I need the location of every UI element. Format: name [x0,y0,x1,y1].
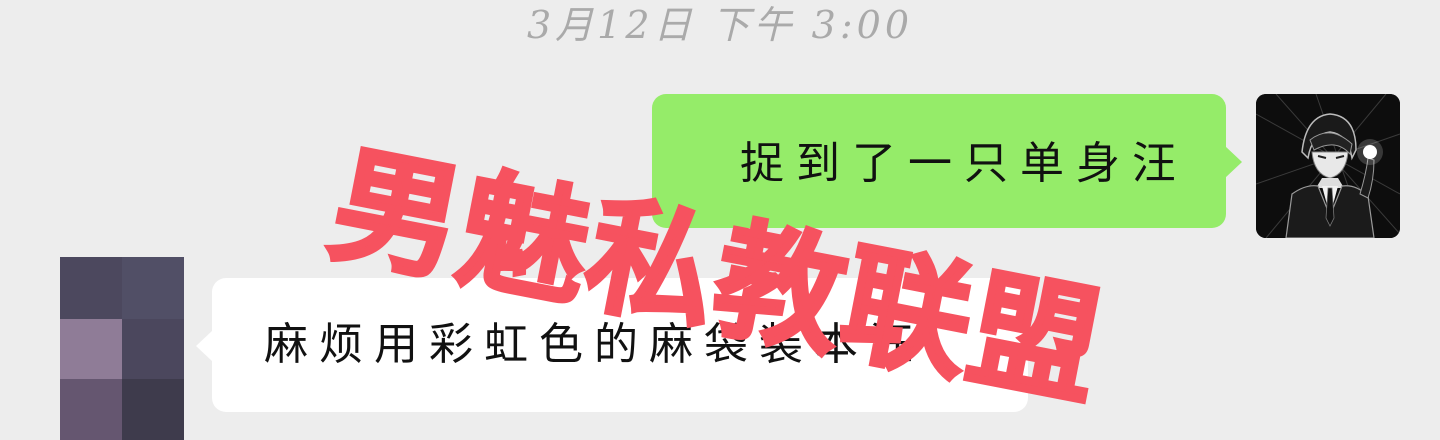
sent-message-bubble[interactable]: 捉到了一只单身汪 [652,94,1242,228]
sent-message-text: 捉到了一只单身汪 [740,138,1188,189]
self-avatar[interactable] [1256,94,1400,238]
received-message-bubble[interactable]: 麻烦用彩虹色的麻袋装本汪 [196,278,1028,412]
contact-avatar[interactable] [60,257,184,440]
anime-boy-suit-avatar-icon [1256,94,1400,238]
chat-timestamp: 3月12日 下午 3:00 [526,3,914,47]
received-message-text: 麻烦用彩虹色的麻袋装本汪 [264,319,924,370]
